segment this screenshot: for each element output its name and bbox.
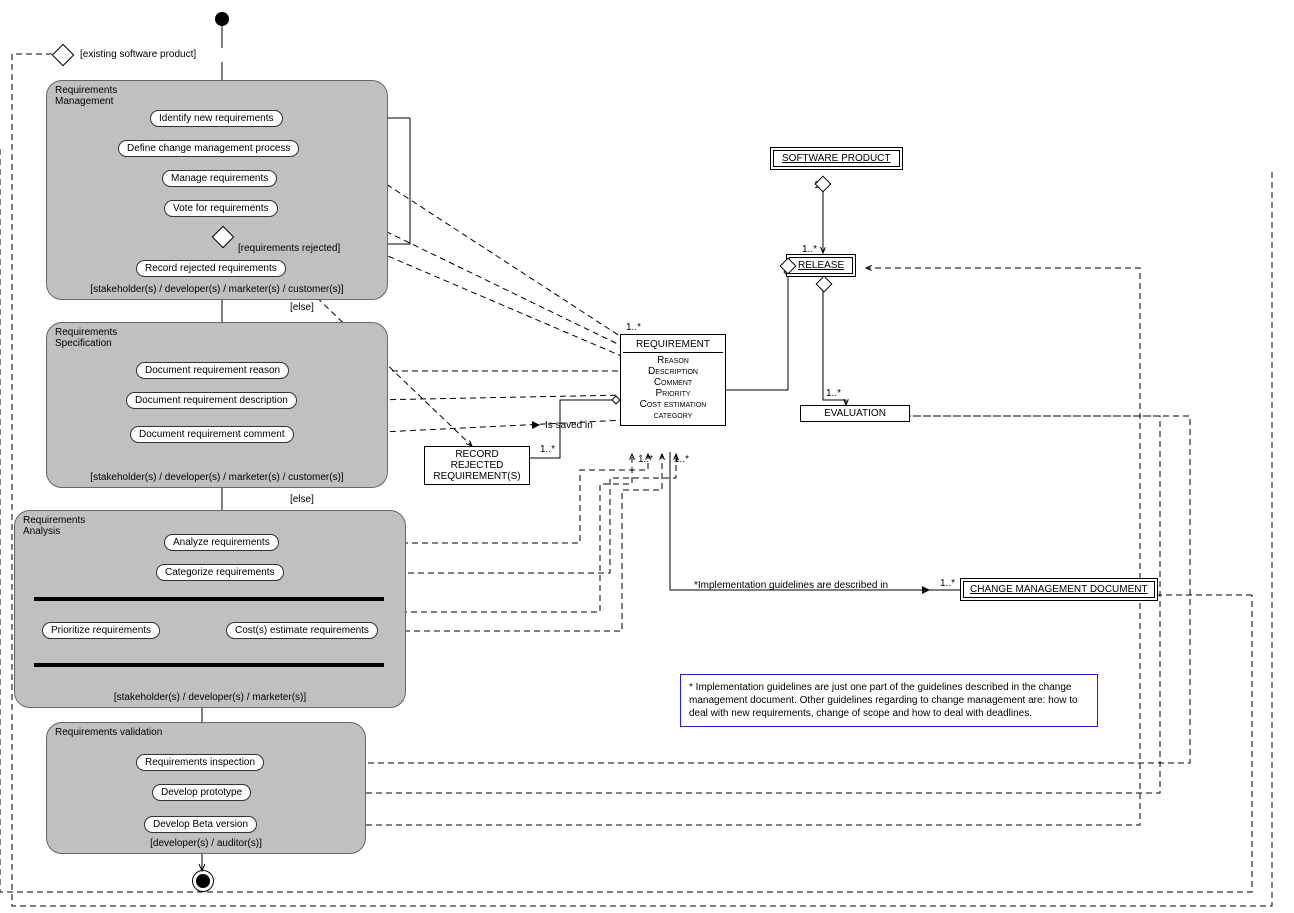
mult-req-bottom1: 1..* [638, 454, 653, 465]
mult-cmdoc: 1..* [940, 578, 955, 589]
req-attr-3: Priority [623, 388, 723, 399]
activity-doc-reason: Document requirement reason [136, 362, 289, 379]
activity-doc-comment: Document requirement comment [130, 426, 294, 443]
req-attr-4: Cost estimation [623, 399, 723, 410]
req-attr-5: category [623, 410, 723, 421]
panel-ra-title: Requirements Analysis [23, 515, 85, 537]
panel-rv-title: Requirements validation [55, 727, 162, 738]
guard-existing: [existing software product] [80, 49, 196, 60]
panel-rm-footer: [stakeholder(s) / developer(s) / markete… [47, 284, 387, 295]
decision-existing [52, 44, 75, 67]
agg-diamond-release-down [816, 276, 833, 293]
class-record-rejected: RECORD REJECTED REQUIREMENT(S) [424, 446, 530, 485]
final-node [192, 870, 214, 892]
guard-rejected: [requirements rejected] [238, 243, 340, 254]
activity-beta: Develop Beta version [144, 816, 257, 833]
class-software-product-name: SOFTWARE PRODUCT [782, 153, 891, 164]
activity-cost-estimate: Cost(s) estimate requirements [226, 622, 378, 639]
note-text: * Implementation guidelines are just one… [689, 682, 1078, 719]
panel-rs-footer: [stakeholder(s) / developer(s) / markete… [47, 472, 387, 483]
activity-manage: Manage requirements [162, 170, 277, 187]
class-record-rejected-name: RECORD REJECTED REQUIREMENT(S) [433, 449, 520, 482]
panel-ra-footer: [stakeholder(s) / developer(s) / markete… [15, 692, 405, 703]
guard-else2: [else] [290, 494, 314, 505]
activity-doc-desc: Document requirement description [126, 392, 297, 409]
label-impl-guideline: *Implementation guidelines are described… [694, 580, 888, 591]
guard-else1: [else] [290, 302, 314, 313]
req-attr-0: Reason [623, 355, 723, 366]
mult-req-top: 1..* [626, 322, 641, 333]
class-requirement: REQUIREMENT Reason Description Comment P… [620, 334, 726, 426]
activity-prototype: Develop prototype [152, 784, 251, 801]
activity-prioritize: Prioritize requirements [42, 622, 160, 639]
class-evaluation: EVALUATION [800, 405, 910, 422]
class-cm-document: CHANGE MANAGEMENT DOCUMENT [960, 578, 1158, 601]
activity-vote: Vote for requirements [164, 200, 278, 217]
req-attr-2: Comment [623, 377, 723, 388]
mult-req-bottom2: 1..* [674, 454, 689, 465]
class-requirement-name: REQUIREMENT [623, 339, 723, 353]
activity-categorize: Categorize requirements [156, 564, 284, 581]
activity-define-cm: Define change management process [118, 140, 299, 157]
join-bar [34, 663, 384, 667]
activity-analyze: Analyze requirements [164, 534, 279, 551]
fork-bar [34, 597, 384, 601]
class-software-product: SOFTWARE PRODUCT [770, 147, 903, 170]
panel-rs-title: Requirements Specification [55, 327, 117, 349]
mult-eval: 1..* [826, 388, 841, 399]
class-release-name: RELEASE [798, 260, 844, 271]
class-cm-document-name: CHANGE MANAGEMENT DOCUMENT [970, 584, 1148, 595]
class-evaluation-name: EVALUATION [824, 408, 886, 419]
note-implementation-guidelines: * Implementation guidelines are just one… [680, 674, 1098, 727]
activity-identify: Identify new requirements [150, 110, 283, 127]
panel-rm-title: Requirements Management [55, 85, 117, 107]
req-attr-1: Description [623, 366, 723, 377]
initial-node [215, 12, 229, 26]
activity-inspection: Requirements inspection [136, 754, 264, 771]
label-is-saved-in: Is saved in [545, 420, 593, 431]
mult-rr: 1..* [540, 444, 555, 455]
panel-rv-footer: [developer(s) / auditor(s)] [47, 838, 365, 849]
activity-record-rejected: Record rejected requirements [136, 260, 286, 277]
